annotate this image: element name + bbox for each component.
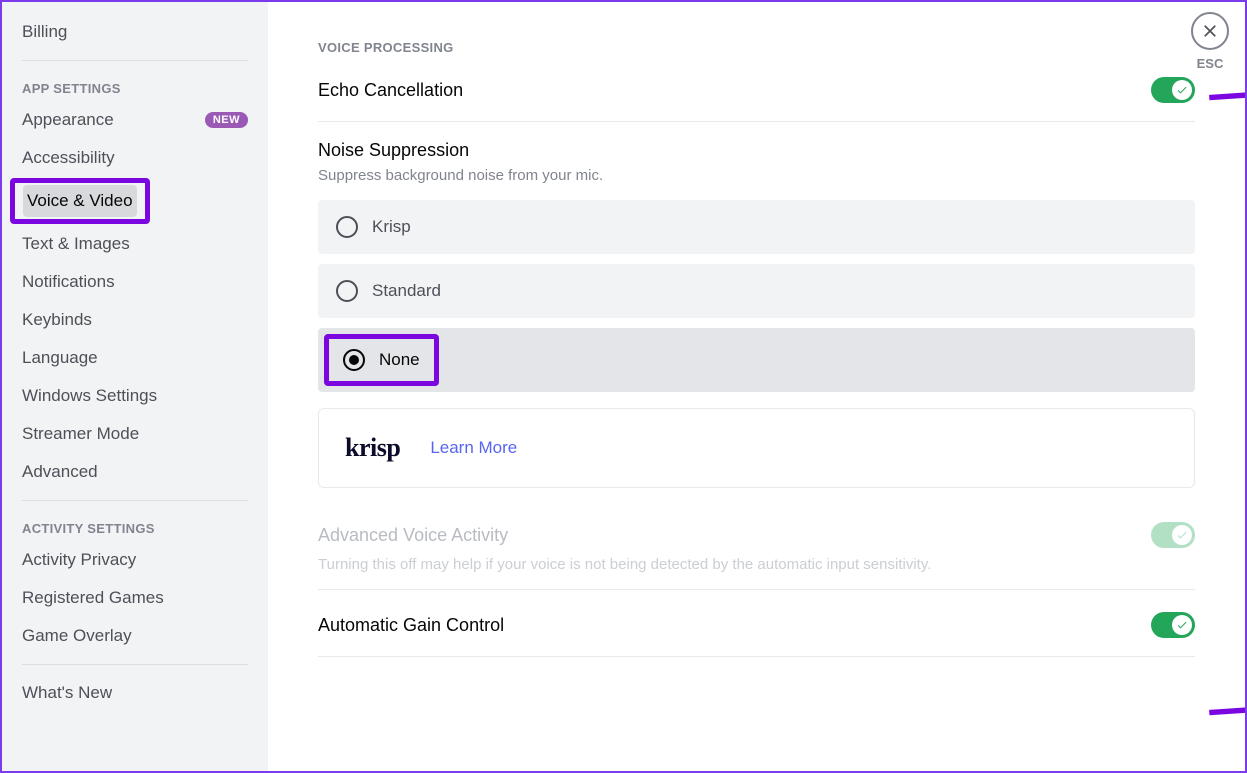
sidebar-item-game-overlay[interactable]: Game Overlay (12, 618, 258, 654)
sidebar-label: Game Overlay (22, 626, 132, 646)
setting-desc-noise: Suppress background noise from your mic. (318, 167, 1195, 184)
sidebar-item-keybinds[interactable]: Keybinds (12, 302, 258, 338)
radio-label: Standard (372, 281, 441, 301)
sidebar-heading-app: APP SETTINGS (12, 71, 258, 102)
toggle-echo-cancellation[interactable] (1151, 77, 1195, 103)
toggle-agc[interactable] (1151, 612, 1195, 638)
sidebar-divider (22, 500, 248, 501)
sidebar-label: Keybinds (22, 310, 92, 330)
krisp-learn-more-link[interactable]: Learn More (430, 438, 517, 458)
sidebar-label: Language (22, 348, 98, 368)
divider (318, 589, 1195, 590)
toggle-knob (1172, 615, 1192, 635)
divider (318, 121, 1195, 122)
radio-icon (336, 216, 358, 238)
divider (318, 656, 1195, 657)
sidebar-item-activity-privacy[interactable]: Activity Privacy (12, 542, 258, 578)
close-button[interactable] (1191, 12, 1229, 50)
sidebar-label: Advanced (22, 462, 98, 482)
setting-agc: Automatic Gain Control (318, 608, 1195, 656)
close-icon (1201, 22, 1219, 40)
annotation-arrow (1203, 698, 1245, 718)
krisp-logo: krisp (345, 433, 400, 463)
toggle-advanced-voice[interactable] (1151, 522, 1195, 548)
radio-icon (336, 280, 358, 302)
sidebar-label: Notifications (22, 272, 115, 292)
sidebar: Billing APP SETTINGS Appearance NEW Acce… (2, 2, 268, 771)
esc-label: ESC (1197, 56, 1224, 71)
toggle-knob (1172, 525, 1192, 545)
sidebar-label: Activity Privacy (22, 550, 136, 570)
sidebar-item-streamer-mode[interactable]: Streamer Mode (12, 416, 258, 452)
sidebar-item-whats-new[interactable]: What's New (12, 675, 258, 711)
content-panel: VOICE PROCESSING Echo Cancellation Noise… (268, 2, 1245, 771)
highlight-annotation: None (324, 334, 439, 386)
setting-title: Advanced Voice Activity (318, 525, 508, 546)
radio-option-krisp[interactable]: Krisp (318, 200, 1195, 254)
toggle-knob (1172, 80, 1192, 100)
close-area: ESC (1191, 12, 1229, 71)
sidebar-item-text-images[interactable]: Text & Images (12, 226, 258, 262)
radio-icon (343, 349, 365, 371)
setting-title: Automatic Gain Control (318, 615, 504, 636)
sidebar-heading-activity: ACTIVITY SETTINGS (12, 511, 258, 542)
sidebar-item-advanced[interactable]: Advanced (12, 454, 258, 490)
noise-suppression-options: Krisp Standard None (318, 200, 1195, 392)
sidebar-item-windows-settings[interactable]: Windows Settings (12, 378, 258, 414)
sidebar-label: What's New (22, 683, 112, 703)
highlight-annotation: Voice & Video (10, 178, 150, 224)
sidebar-divider (22, 664, 248, 665)
setting-echo-cancellation: Echo Cancellation (318, 73, 1195, 121)
radio-label: Krisp (372, 217, 411, 237)
sidebar-item-registered-games[interactable]: Registered Games (12, 580, 258, 616)
sidebar-label: Appearance (22, 110, 114, 130)
sidebar-label: Windows Settings (22, 386, 157, 406)
sidebar-label: Streamer Mode (22, 424, 139, 444)
sidebar-item-appearance[interactable]: Appearance NEW (12, 102, 258, 138)
new-badge: NEW (205, 112, 248, 128)
sidebar-label: Text & Images (22, 234, 130, 254)
setting-title-noise: Noise Suppression (318, 140, 1195, 161)
sidebar-item-notifications[interactable]: Notifications (12, 264, 258, 300)
check-icon (1176, 529, 1188, 541)
radio-option-standard[interactable]: Standard (318, 264, 1195, 318)
sidebar-label: Billing (22, 22, 67, 42)
radio-option-none[interactable]: None (318, 328, 1195, 392)
sidebar-item-voice-video[interactable]: Voice & Video (23, 185, 137, 217)
sidebar-item-accessibility[interactable]: Accessibility (12, 140, 258, 176)
sidebar-label: Registered Games (22, 588, 164, 608)
section-heading: VOICE PROCESSING (318, 40, 1195, 55)
sidebar-divider (22, 60, 248, 61)
check-icon (1176, 84, 1188, 96)
setting-desc: Turning this off may help if your voice … (318, 556, 1195, 573)
sidebar-item-billing[interactable]: Billing (12, 14, 258, 50)
sidebar-item-language[interactable]: Language (12, 340, 258, 376)
sidebar-label: Voice & Video (27, 191, 133, 211)
radio-label: None (379, 350, 420, 370)
check-icon (1176, 619, 1188, 631)
annotation-arrow (1203, 83, 1245, 103)
radio-dot (349, 355, 359, 365)
setting-title: Echo Cancellation (318, 80, 463, 101)
setting-advanced-voice: Advanced Voice Activity (318, 518, 1195, 552)
krisp-promo: krisp Learn More (318, 408, 1195, 488)
sidebar-label: Accessibility (22, 148, 115, 168)
